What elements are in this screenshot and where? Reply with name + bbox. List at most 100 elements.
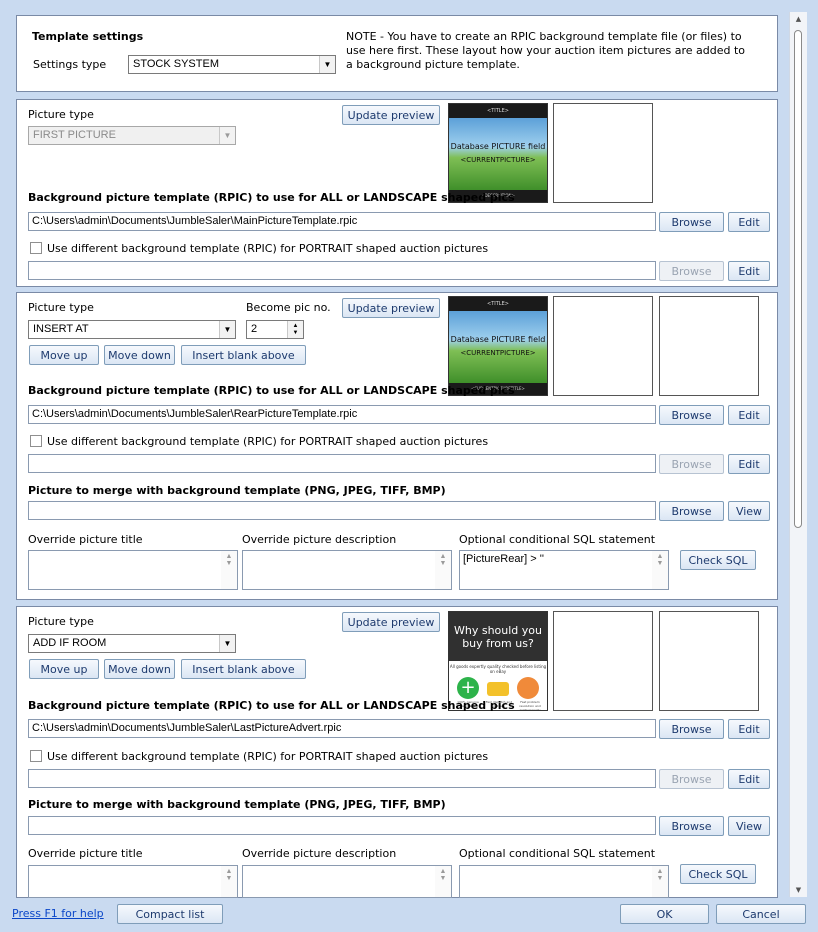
- settings-type-combo[interactable]: STOCK SYSTEM ▼: [128, 55, 336, 74]
- portrait-checkbox-label: Use different background template (RPIC)…: [47, 750, 489, 763]
- portrait-browse-button[interactable]: Browse: [659, 261, 724, 281]
- portrait-path-input[interactable]: [28, 769, 656, 788]
- textarea-scrollbar[interactable]: ▲ ▼: [221, 866, 237, 897]
- move-up-button[interactable]: Move up: [29, 659, 99, 679]
- edit-button[interactable]: Edit: [728, 212, 770, 232]
- bg-template-path-input[interactable]: C:\Users\admin\Documents\JumbleSaler\Mai…: [28, 212, 656, 231]
- portrait-edit-button[interactable]: Edit: [728, 454, 770, 474]
- bg-template-label: Background picture template (RPIC) to us…: [28, 699, 515, 712]
- override-desc-label: Override picture description: [242, 847, 397, 860]
- main-vertical-scrollbar[interactable]: ▲ ▼: [789, 12, 807, 897]
- merge-browse-button[interactable]: Browse: [659, 501, 724, 521]
- merge-picture-path-input[interactable]: [28, 501, 656, 520]
- merge-browse-button[interactable]: Browse: [659, 816, 724, 836]
- pic-no-value: 2: [251, 323, 258, 335]
- checkmark-icon: +: [457, 677, 479, 699]
- merge-picture-path-input[interactable]: [28, 816, 656, 835]
- portrait-checkbox[interactable]: [30, 750, 42, 762]
- merge-picture-label: Picture to merge with background templat…: [28, 798, 446, 811]
- pic-no-stepper[interactable]: 2 ▲ ▼: [246, 320, 304, 339]
- picture-type-combo[interactable]: FIRST PICTURE ▼: [28, 126, 236, 145]
- edit-button[interactable]: Edit: [728, 405, 770, 425]
- portrait-checkbox[interactable]: [30, 435, 42, 447]
- portrait-path-input[interactable]: [28, 454, 656, 473]
- override-title-textarea[interactable]: ▲ ▼: [28, 550, 238, 590]
- textarea-scrollbar[interactable]: ▲ ▼: [652, 866, 668, 897]
- insert-blank-button[interactable]: Insert blank above: [181, 345, 306, 365]
- stepper-arrows-icon[interactable]: ▲ ▼: [287, 321, 303, 338]
- picture-type-value: FIRST PICTURE: [33, 129, 116, 141]
- override-title-textarea[interactable]: ▲ ▼: [28, 865, 238, 898]
- check-sql-button[interactable]: Check SQL: [680, 550, 756, 570]
- portrait-checkbox[interactable]: [30, 242, 42, 254]
- sql-label: Optional conditional SQL statement: [459, 533, 656, 546]
- thumb-current: <CURRENTPICTURE>: [460, 349, 536, 357]
- bg-template-path-input[interactable]: C:\Users\admin\Documents\JumbleSaler\Rea…: [28, 405, 656, 424]
- move-up-button[interactable]: Move up: [29, 345, 99, 365]
- edit-button[interactable]: Edit: [728, 719, 770, 739]
- picture-type-combo[interactable]: INSERT AT ▼: [28, 320, 236, 339]
- scroll-down-icon[interactable]: ▼: [790, 883, 807, 897]
- override-desc-textarea[interactable]: ▲ ▼: [242, 550, 452, 590]
- chevron-down-icon[interactable]: ▼: [219, 635, 235, 652]
- update-preview-button[interactable]: Update preview: [342, 612, 440, 632]
- chevron-down-icon[interactable]: ▼: [219, 127, 235, 144]
- thumb-db-field: Database PICTURE field: [450, 142, 546, 151]
- browse-button[interactable]: Browse: [659, 405, 724, 425]
- portrait-path-input[interactable]: [28, 261, 656, 280]
- sql-textarea[interactable]: ▲ ▼: [459, 865, 669, 898]
- portrait-preview-box: [553, 103, 653, 203]
- thumb-current: <CURRENTPICTURE>: [460, 156, 536, 164]
- compact-list-button[interactable]: Compact list: [117, 904, 223, 924]
- picture-type-combo[interactable]: ADD IF ROOM ▼: [28, 634, 236, 653]
- picture-section-3: Picture type ADD IF ROOM ▼ Move up Move …: [16, 606, 778, 898]
- portrait-edit-button[interactable]: Edit: [728, 261, 770, 281]
- update-preview-button[interactable]: Update preview: [342, 298, 440, 318]
- insert-blank-button[interactable]: Insert blank above: [181, 659, 306, 679]
- template-note: NOTE - You have to create an RPIC backgr…: [346, 30, 746, 71]
- update-preview-button[interactable]: Update preview: [342, 105, 440, 125]
- template-settings-panel: Template settings Settings type STOCK SY…: [16, 15, 778, 92]
- thumb-title-tag: <TITLE>: [449, 104, 547, 118]
- textarea-scrollbar[interactable]: ▲ ▼: [652, 551, 668, 589]
- browse-button[interactable]: Browse: [659, 212, 724, 232]
- chevron-down-icon[interactable]: ▼: [319, 56, 335, 73]
- merge-preview-box: [659, 296, 759, 396]
- textarea-scrollbar[interactable]: ▲ ▼: [221, 551, 237, 589]
- portrait-edit-button[interactable]: Edit: [728, 769, 770, 789]
- people-icon: [517, 677, 539, 699]
- scrollbar-thumb[interactable]: [794, 30, 802, 528]
- sql-value: [PictureRear] > '': [463, 553, 544, 565]
- picture-section-1: Picture type FIRST PICTURE ▼ Update prev…: [16, 99, 778, 287]
- landscape-image: [449, 118, 547, 190]
- move-down-button[interactable]: Move down: [104, 659, 175, 679]
- merge-picture-label: Picture to merge with background templat…: [28, 484, 446, 497]
- bg-template-path-input[interactable]: C:\Users\admin\Documents\JumbleSaler\Las…: [28, 719, 656, 738]
- view-button[interactable]: View: [728, 501, 770, 521]
- textarea-scrollbar[interactable]: ▲ ▼: [435, 866, 451, 897]
- bg-template-label: Background picture template (RPIC) to us…: [28, 191, 515, 204]
- move-down-button[interactable]: Move down: [104, 345, 175, 365]
- template-settings-heading: Template settings: [32, 30, 144, 43]
- advert-headline: Why should you buy from us?: [449, 612, 547, 661]
- portrait-browse-button[interactable]: Browse: [659, 769, 724, 789]
- cancel-button[interactable]: Cancel: [716, 904, 806, 924]
- override-desc-label: Override picture description: [242, 533, 397, 546]
- help-link[interactable]: Press F1 for help: [12, 907, 104, 920]
- bg-template-label: Background picture template (RPIC) to us…: [28, 384, 515, 397]
- portrait-browse-button[interactable]: Browse: [659, 454, 724, 474]
- picture-type-label: Picture type: [28, 108, 94, 121]
- textarea-scrollbar[interactable]: ▲ ▼: [435, 551, 451, 589]
- browse-button[interactable]: Browse: [659, 719, 724, 739]
- ok-button[interactable]: OK: [620, 904, 709, 924]
- check-sql-button[interactable]: Check SQL: [680, 864, 756, 884]
- override-desc-textarea[interactable]: ▲ ▼: [242, 865, 452, 898]
- portrait-checkbox-label: Use different background template (RPIC)…: [47, 242, 489, 255]
- delivery-truck-icon: [487, 682, 509, 696]
- view-button[interactable]: View: [728, 816, 770, 836]
- scroll-up-icon[interactable]: ▲: [790, 12, 807, 26]
- portrait-checkbox-label: Use different background template (RPIC)…: [47, 435, 489, 448]
- thumb-title-tag: <TITLE>: [449, 297, 547, 311]
- chevron-down-icon[interactable]: ▼: [219, 321, 235, 338]
- sql-textarea[interactable]: [PictureRear] > '' ▲ ▼: [459, 550, 669, 590]
